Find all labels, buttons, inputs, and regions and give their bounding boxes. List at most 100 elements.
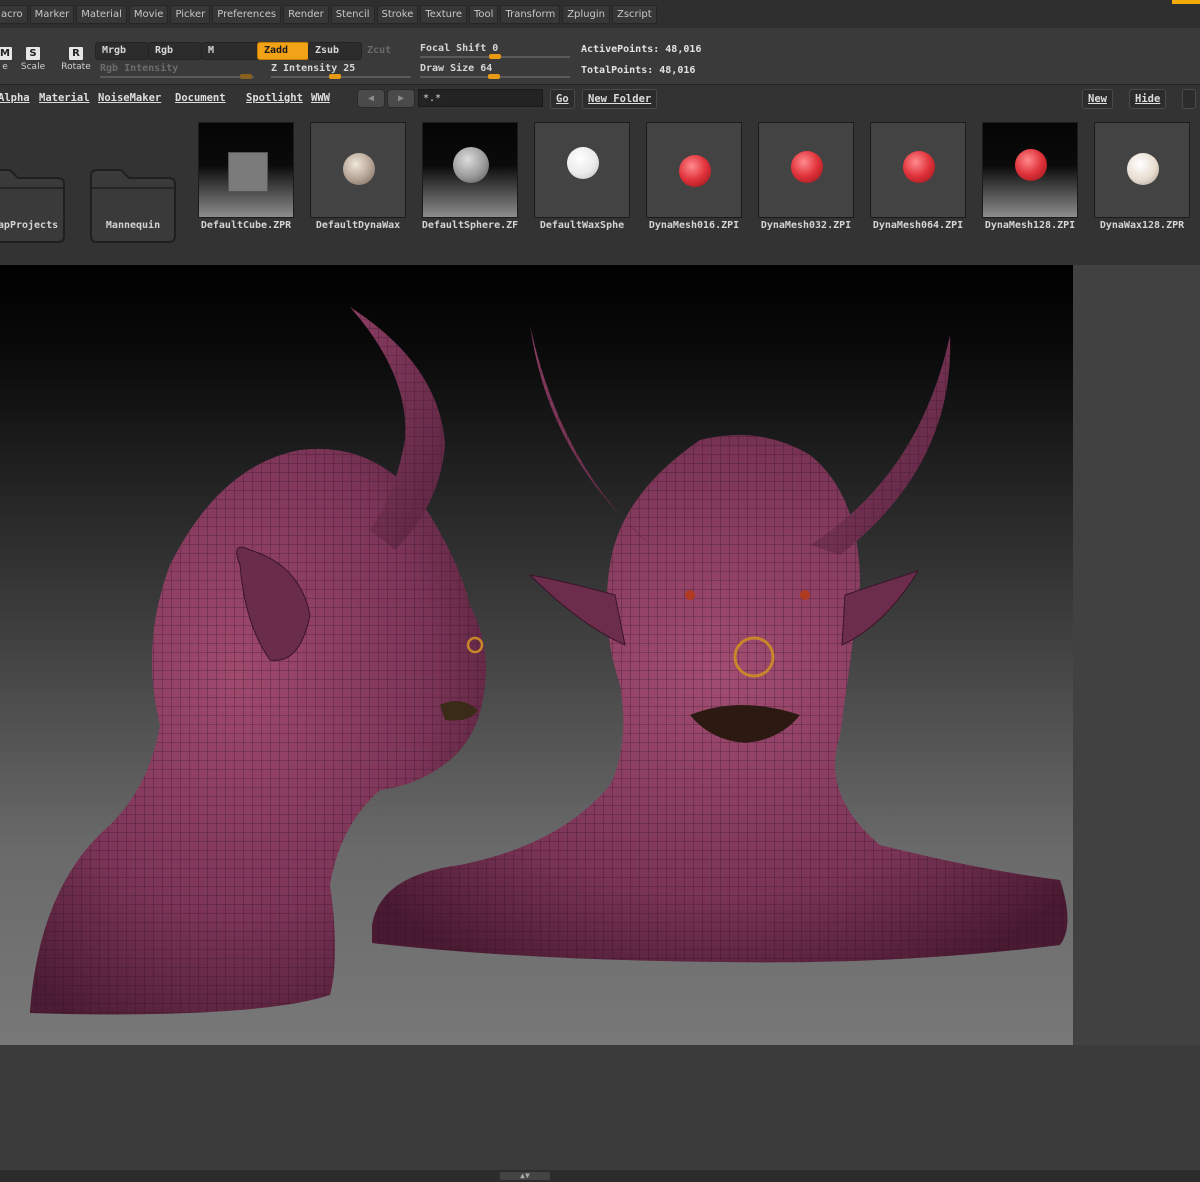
tray-toggle-handle[interactable]: ▲▼ [500,1172,550,1180]
scale-button[interactable]: S Scale [16,46,50,80]
thumbnail-frame [198,122,294,218]
tab-www[interactable]: WWW [311,92,330,104]
go-button[interactable]: Go [550,89,575,109]
menu-macro[interactable]: acro [0,5,28,24]
arrow-left-icon: ◀ [367,93,375,104]
zsub-button[interactable]: Zsub [308,42,362,60]
zcut-button[interactable]: Zcut [360,42,412,60]
lightbox-item[interactable]: DefaultWaxSphe [534,122,630,231]
lightbox-item-caption: DefaultCube.ZPR [200,220,292,231]
new-folder-button[interactable]: New Folder [582,89,658,109]
main-menu-bar: acro Marker Material Movie Picker Prefer… [0,0,1200,28]
tab-document[interactable]: Document [175,92,226,104]
tab-alpha[interactable]: Alpha [0,92,30,104]
lightbox-item[interactable]: tCapProjects [0,122,70,243]
menu-stencil[interactable]: Stencil [330,5,375,24]
chevron-icon: ▲▼ [520,1171,530,1180]
draw-size-knob[interactable] [488,74,500,79]
rotate-button[interactable]: R Rotate [59,46,93,80]
focal-shift-slider[interactable]: Focal Shift 0 [420,42,570,59]
menu-zscript[interactable]: Zscript [611,5,657,24]
hide-button[interactable]: Hide [1129,89,1167,109]
lightbox-item[interactable]: DynaMesh032.ZPI [758,122,854,231]
total-points-readout: TotalPoints: 48,016 [581,65,696,76]
lightbox-item[interactable]: Mannequin [85,122,181,243]
lightbox-search-input[interactable] [418,89,543,107]
lightbox-item-caption: DefaultSphere.ZF [421,220,519,231]
lightbox-item-caption: DefaultDynaWax [315,220,401,231]
sphere-icon [679,155,711,187]
accent-corner [1172,0,1200,4]
sculpt-viewport [30,307,1068,1015]
previous-button[interactable]: ◀ [357,89,385,108]
lightbox-item-caption: DefaultWaxSphe [539,220,625,231]
draw-size-label: Draw Size 64 [420,63,493,74]
menu-material[interactable]: Material [76,5,127,24]
z-intensity-label: Z Intensity 25 [271,63,356,74]
rgb-button[interactable]: Rgb [148,42,202,60]
lightbox-item-caption: tCapProjects [0,220,59,231]
mrgb-button[interactable]: Mrgb [95,42,149,60]
menu-picker[interactable]: Picker [170,5,211,24]
rgb-intensity-track [100,76,254,78]
folder-icon [0,169,65,243]
active-points-readout: ActivePoints: 48,016 [581,44,702,55]
lightbox-item-caption: DynaWax128.ZPR [1099,220,1185,231]
menu-movie[interactable]: Movie [128,5,169,24]
lightbox-item[interactable]: DynaMesh016.ZPI [646,122,742,231]
focal-shift-knob[interactable] [489,54,501,59]
m-button[interactable]: M [201,42,259,60]
thumbnail-frame [982,122,1078,218]
draw-size-slider[interactable]: Draw Size 64 [420,62,570,79]
rgb-intensity-label: Rgb Intensity [100,63,179,74]
menu-marker[interactable]: Marker [29,5,75,24]
move-label: e [2,62,8,72]
menu-preferences[interactable]: Preferences [212,5,282,24]
lightbox-item[interactable]: DynaWax128.ZPR [1094,122,1190,231]
top-shelf: M e S Scale R Rotate Mrgb Rgb M Zadd Zsu… [0,28,1200,85]
menu-transform[interactable]: Transform [500,5,561,24]
scale-label: Scale [20,62,46,72]
document-canvas[interactable] [0,265,1073,1045]
tab-noisemaker[interactable]: NoiseMaker [98,92,161,104]
eye-right-icon [800,590,810,600]
lightbox-item[interactable]: DefaultCube.ZPR [198,122,294,231]
lightbox-item[interactable]: DynaMesh128.ZPI [982,122,1078,231]
extra-button[interactable] [1182,89,1196,109]
next-button[interactable]: ▶ [387,89,415,108]
sphere-icon [567,147,599,179]
arrow-right-icon: ▶ [397,93,405,104]
tab-material[interactable]: Material [39,92,90,104]
rgb-intensity-knob[interactable] [240,74,252,79]
thumbnail-frame [534,122,630,218]
focal-shift-label: Focal Shift 0 [420,43,499,54]
folder-icon [90,169,176,243]
lightbox-item[interactable]: DynaMesh064.ZPI [870,122,966,231]
z-intensity-slider[interactable]: Z Intensity 25 [271,62,411,79]
lightbox-item-caption: DynaMesh016.ZPI [648,220,740,231]
zadd-button[interactable]: Zadd [257,42,309,60]
bottom-shelf: ▲▼ [0,1170,1200,1182]
menu-tool[interactable]: Tool [469,5,499,24]
lightbox-item[interactable]: DefaultDynaWax [310,122,406,231]
z-intensity-knob[interactable] [329,74,341,79]
scale-icon: S [26,47,40,60]
menu-render[interactable]: Render [283,5,329,24]
lightbox-item-caption: DynaMesh032.ZPI [760,220,852,231]
thumbnail-frame [310,122,406,218]
sphere-icon [1127,153,1159,185]
new-button[interactable]: New [1082,89,1113,109]
menu-items: acro Marker Material Movie Picker Prefer… [0,5,657,24]
rotate-label: Rotate [61,62,91,72]
menu-stroke[interactable]: Stroke [376,5,419,24]
lightbox-item[interactable]: DefaultSphere.ZF [422,122,518,231]
sphere-icon [453,147,489,183]
move-icon: M [0,47,12,60]
rgb-intensity-slider[interactable]: Rgb Intensity [100,62,254,79]
tab-spotlight[interactable]: Spotlight [246,92,303,104]
thumbnail-frame [1094,122,1190,218]
thumbnail-frame [646,122,742,218]
menu-texture[interactable]: Texture [420,5,467,24]
menu-zplugin[interactable]: Zplugin [562,5,610,24]
right-tray [1073,265,1200,1045]
